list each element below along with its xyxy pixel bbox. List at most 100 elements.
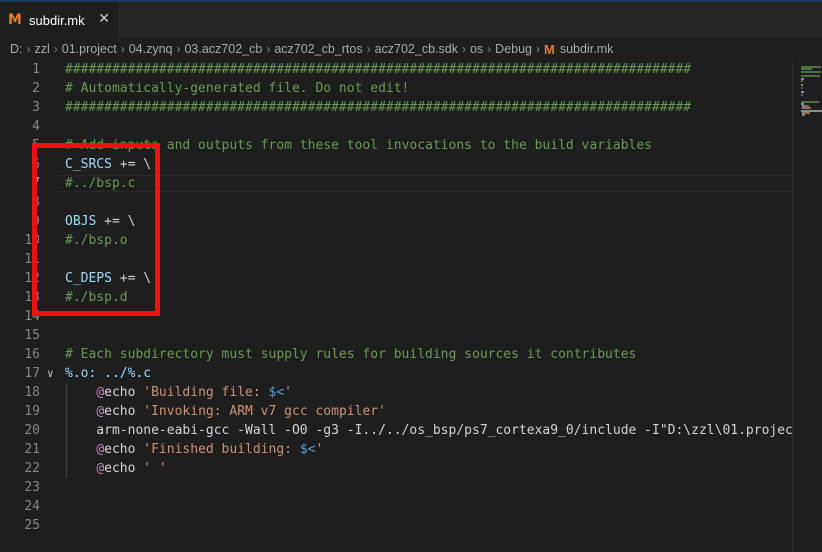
code-token: echo	[104, 461, 144, 476]
makefile-icon: M	[8, 12, 22, 28]
code-token: ########################################…	[65, 100, 692, 115]
code-token: arm-none-eabi-gcc -Wall -O0 -g3 -I../../…	[65, 423, 792, 438]
minimap-line	[803, 114, 805, 117]
line-number: 25	[24, 518, 40, 533]
breadcrumb-item[interactable]: acz702_cb.sdk	[375, 42, 458, 56]
line-number: 20	[24, 423, 40, 438]
breadcrumb-item[interactable]: os	[470, 42, 483, 56]
breadcrumb-item[interactable]: D:	[10, 42, 23, 56]
breadcrumb-item[interactable]: zzl	[35, 42, 50, 56]
code-token: 'Building file:	[143, 385, 269, 400]
minimap-line	[801, 75, 820, 78]
code-token: echo	[104, 404, 144, 419]
line-number: 24	[24, 499, 40, 514]
line-number: 22	[24, 461, 40, 476]
line-number: 19	[24, 404, 40, 419]
code-line[interactable]: 18 @echo 'Building file: $<'	[0, 383, 792, 402]
code-text: @echo ' '	[65, 459, 167, 478]
code-text: arm-none-eabi-gcc -Wall -O0 -g3 -I../../…	[65, 421, 792, 440]
code-line[interactable]: 3 #######################################…	[0, 98, 792, 117]
breadcrumb: D: › zzl › 01.project › 04.zynq › 03.acz702_cb › a…	[0, 38, 822, 60]
breadcrumb-item[interactable]: Debug	[495, 42, 532, 56]
code-text: %.o: ../%.c	[65, 364, 151, 383]
chevron-right-icon: ›	[266, 42, 271, 56]
code-line[interactable]: 20 arm-none-eabi-gcc -Wall -O0 -g3 -I../…	[0, 421, 792, 440]
minimap[interactable]	[792, 60, 822, 552]
minimap-line	[801, 86, 803, 89]
line-number: 3	[32, 100, 40, 115]
chevron-down-icon[interactable]: ∨	[47, 364, 54, 383]
code-token: echo	[104, 442, 144, 457]
code-text: ########################################…	[65, 98, 691, 117]
code-line[interactable]: 21 @echo 'Finished building: $<'	[0, 440, 792, 459]
chevron-right-icon: ›	[176, 42, 181, 56]
tab-bar: M subdir.mk ✕	[0, 0, 822, 38]
code-text: # Automatically-generated file. Do not e…	[65, 79, 409, 98]
breadcrumb-file[interactable]: subdir.mk	[560, 42, 614, 56]
code-token: ########################################…	[65, 62, 692, 77]
code-line[interactable]: 24	[0, 497, 792, 516]
code-line[interactable]: 15	[0, 326, 792, 345]
code-token: @	[96, 461, 105, 476]
chevron-right-icon: ›	[53, 42, 58, 56]
code-text: @echo 'Invoking: ARM v7 gcc compiler'	[65, 402, 386, 421]
code-line[interactable]: 16 # Each subdirectory must supply rules …	[0, 345, 792, 364]
line-number: 15	[24, 328, 40, 343]
code-text: @echo 'Building file: $<'	[65, 383, 292, 402]
code-token: %.o: ../%.c	[65, 366, 152, 381]
code-token: # Automatically-generated file. Do not e…	[65, 81, 410, 96]
line-number: 18	[24, 385, 40, 400]
line-number: 16	[24, 347, 40, 362]
code-line[interactable]: 19 @echo 'Invoking: ARM v7 gcc compiler'	[0, 402, 792, 421]
chevron-right-icon: ›	[487, 42, 492, 56]
code-token: $<	[299, 442, 316, 457]
code-line[interactable]: 17 ∨ %.o: ../%.c	[0, 364, 792, 383]
close-icon[interactable]: ✕	[98, 11, 110, 27]
chevron-right-icon: ›	[536, 42, 541, 56]
code-line[interactable]: 22 @echo ' '	[0, 459, 792, 478]
code-line[interactable]: 23	[0, 478, 792, 497]
code-text: # Each subdirectory must supply rules fo…	[65, 345, 636, 364]
minimap-line	[801, 79, 804, 82]
title-bar-strip	[0, 0, 822, 2]
line-number: 17	[24, 366, 40, 381]
code-token: '	[315, 442, 324, 457]
code-text: @echo 'Finished building: $<'	[65, 440, 323, 459]
minimap-line	[801, 70, 821, 73]
breadcrumb-item[interactable]: 01.project	[62, 42, 117, 56]
code-line[interactable]: 4	[0, 117, 792, 136]
editor-window: M subdir.mk ✕ D: › zzl › 01.project › 04.zynq ›…	[0, 0, 822, 552]
code-token: @	[96, 404, 105, 419]
code-token: $<	[268, 385, 285, 400]
line-number: 4	[32, 119, 40, 134]
code-token: # Each subdirectory must supply rules fo…	[65, 347, 637, 362]
code-token: 'Finished building:	[143, 442, 300, 457]
line-number: 21	[24, 442, 40, 457]
code-token: 'Invoking: ARM v7 gcc compiler'	[143, 404, 386, 419]
indent-guide	[66, 383, 67, 478]
minimap-line	[801, 93, 803, 96]
code-token: echo	[104, 385, 144, 400]
code-token: ' '	[143, 461, 167, 476]
makefile-icon: M	[544, 41, 555, 57]
code-token: @	[96, 385, 105, 400]
breadcrumb-item[interactable]: 04.zynq	[129, 42, 173, 56]
breadcrumb-item[interactable]: 03.acz702_cb	[184, 42, 262, 56]
code-text: ########################################…	[65, 60, 691, 79]
chevron-right-icon: ›	[120, 42, 125, 56]
breadcrumb-item[interactable]: acz702_cb_rtos	[274, 42, 362, 56]
red-annotation-box	[32, 143, 160, 316]
tab-subdir-mk[interactable]: M subdir.mk ✕	[0, 2, 118, 38]
code-line[interactable]: 2 # Automatically-generated file. Do not …	[0, 79, 792, 98]
code-line[interactable]: 25	[0, 516, 792, 535]
tab-label: subdir.mk	[29, 12, 85, 28]
code-token: @	[96, 442, 105, 457]
code-line[interactable]: 1 #######################################…	[0, 60, 792, 79]
line-number: 2	[32, 81, 40, 96]
line-number: 1	[32, 62, 40, 77]
chevron-right-icon: ›	[26, 42, 31, 56]
